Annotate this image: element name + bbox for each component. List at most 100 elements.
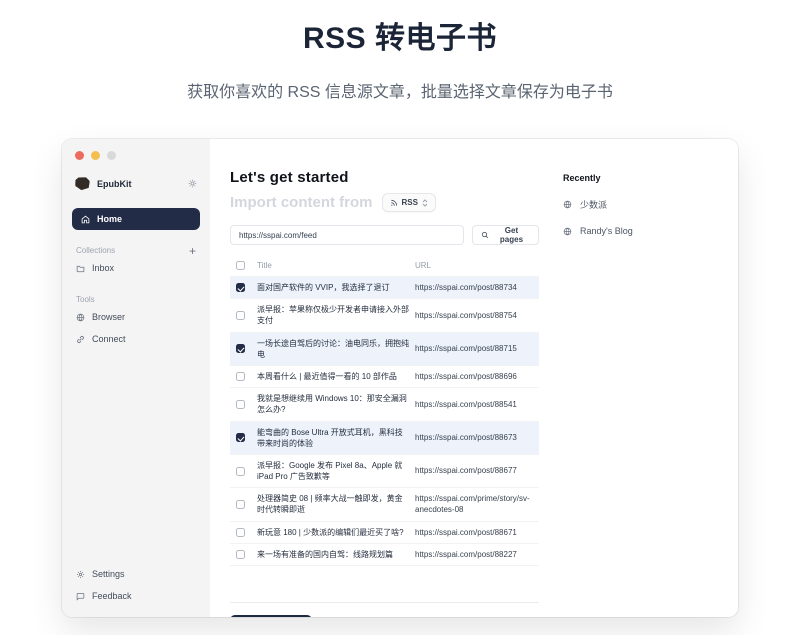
row-checkbox[interactable] [236,400,245,409]
feedback-icon [76,592,85,601]
minimize-window-button[interactable] [91,151,100,160]
globe-icon [563,227,572,236]
theme-toggle-icon[interactable] [188,179,197,188]
row-url: https://sspai.com/post/88677 [415,465,534,476]
gear-icon [76,570,85,579]
chevrons-up-down-icon [422,199,428,207]
recently-item[interactable]: 少数派 [563,198,633,211]
page-subtitle: 获取你喜欢的 RSS 信息源文章，批量选择文章保存为电子书 [0,78,800,102]
import-from-line: Import content from RSS [230,193,539,212]
recently-item-label: Randy's Blog [580,226,633,236]
sidebar-item-feedback[interactable]: Feedback [71,585,201,607]
app-logo-icon [74,176,90,190]
import-pages-button[interactable]: Import 3 pages [230,615,312,617]
row-title: 我就是想继续用 Windows 10：那安全漏洞怎么办? [257,393,409,415]
rss-icon [390,199,398,207]
row-title: 新玩意 180 | 少数派的编辑们最近买了啥? [257,527,409,538]
row-title: 来一场有准备的国内自驾：线路规划篇 [257,549,409,560]
connect-label: Connect [92,334,126,344]
sidebar-home-label: Home [97,214,122,224]
app-window: EpubKit Home Collections + [62,139,738,617]
table-row[interactable]: 新玩意 180 | 少数派的编辑们最近买了啥? https://sspai.co… [230,522,539,544]
row-title: 处理器简史 08 | 频率大战一触即发，黄金时代转瞬即逝 [257,493,409,515]
feedback-label: Feedback [92,591,132,601]
search-icon [481,231,489,239]
select-all-checkbox[interactable] [236,261,245,270]
table-row[interactable]: 来一场有准备的国内自驾：线路规划篇 https://sspai.com/post… [230,544,539,566]
import-panel: Let's get started Import content from RS… [230,169,539,617]
sidebar-item-browser[interactable]: Browser [71,306,201,328]
sidebar-item-settings[interactable]: Settings [71,563,201,585]
window-controls [71,149,201,160]
folder-icon [76,264,85,273]
sidebar-section-collections: Collections + [76,246,196,255]
inbox-label: Inbox [92,263,114,273]
panel-heading: Let's get started [230,169,539,186]
row-url: https://sspai.com/post/88734 [415,282,534,293]
close-window-button[interactable] [75,151,84,160]
table-row[interactable]: 派早报：Google 发布 Pixel 8a、Apple 就 iPad Pro … [230,455,539,488]
row-url: https://sspai.com/post/88696 [415,371,534,382]
row-title: 能弯曲的 Bose Ultra 开放式耳机，黑科技带来时尚的体验 [257,427,409,449]
row-checkbox[interactable] [236,528,245,537]
column-title: Title [257,261,409,270]
sidebar-item-home[interactable]: Home [72,208,200,230]
feed-url-row: Get pages [230,225,539,245]
table-row[interactable]: 派早报：苹果称仅极少开发者申请接入外部支付 https://sspai.com/… [230,299,539,332]
row-url: https://sspai.com/post/88754 [415,310,534,321]
add-collection-button[interactable]: + [189,247,196,255]
recently-item[interactable]: Randy's Blog [563,226,633,236]
recently-label: Recently [563,173,633,183]
row-url: https://sspai.com/post/88715 [415,343,534,354]
row-checkbox[interactable] [236,467,245,476]
row-url: https://sspai.com/post/88541 [415,399,534,410]
browser-label: Browser [92,312,125,322]
row-url: https://sspai.com/post/88673 [415,432,534,443]
recently-list: 少数派 Randy's Blog [563,198,633,236]
table-row[interactable]: 我就是想继续用 Windows 10：那安全漏洞怎么办? https://ssp… [230,388,539,421]
row-checkbox[interactable] [236,311,245,320]
row-title: 派早报：苹果称仅极少开发者申请接入外部支付 [257,304,409,326]
row-checkbox[interactable] [236,283,245,292]
table-body: 面对国产软件的 VVIP，我选择了退订 https://sspai.com/po… [230,277,539,566]
get-pages-label: Get pages [493,226,530,244]
table-row[interactable]: 能弯曲的 Bose Ultra 开放式耳机，黑科技带来时尚的体验 https:/… [230,422,539,455]
table-row[interactable]: 处理器简史 08 | 频率大战一触即发，黄金时代转瞬即逝 https://ssp… [230,488,539,521]
column-url: URL [415,261,534,270]
page-title: RSS 转电子书 [0,13,800,57]
table-row[interactable]: 本周看什么 | 最近值得一看的 10 部作品 https://sspai.com… [230,366,539,388]
table-row[interactable]: 一场长途自驾后的讨论：油电同乐，拥抱纯电 https://sspai.com/p… [230,333,539,366]
row-checkbox[interactable] [236,344,245,353]
row-checkbox[interactable] [236,500,245,509]
sidebar-item-inbox[interactable]: Inbox [71,257,201,279]
table-spacer [230,566,539,602]
home-icon [81,215,90,224]
settings-label: Settings [92,569,125,579]
globe-icon [563,200,572,209]
row-url: https://sspai.com/prime/story/sv-anecdot… [415,493,534,515]
row-checkbox[interactable] [236,550,245,559]
get-pages-button[interactable]: Get pages [472,225,539,245]
row-url: https://sspai.com/post/88671 [415,527,534,538]
row-checkbox[interactable] [236,433,245,442]
sidebar-section-tools: Tools [76,295,196,304]
app-brand: EpubKit [75,177,197,190]
row-checkbox[interactable] [236,372,245,381]
table-header: Title URL [230,255,539,277]
source-selector[interactable]: RSS [382,193,436,212]
row-title: 派早报：Google 发布 Pixel 8a、Apple 就 iPad Pro … [257,460,409,482]
row-title: 本周看什么 | 最近值得一看的 10 部作品 [257,371,409,382]
app-name: EpubKit [97,179,181,189]
sidebar-item-connect[interactable]: Connect [71,328,201,350]
feed-url-input[interactable] [230,225,464,245]
page-header: RSS 转电子书 获取你喜欢的 RSS 信息源文章，批量选择文章保存为电子书 [0,0,800,102]
row-url: https://sspai.com/post/88227 [415,549,534,560]
row-title: 面对国产软件的 VVIP，我选择了退订 [257,282,409,293]
table-row[interactable]: 面对国产软件的 VVIP，我选择了退订 https://sspai.com/po… [230,277,539,299]
source-selector-value: RSS [402,198,418,207]
globe-icon [76,313,85,322]
import-from-label: Import content from [230,194,373,211]
sidebar-bottom: Settings Feedback [71,563,201,607]
link-icon [76,335,85,344]
sidebar: EpubKit Home Collections + [62,139,210,617]
